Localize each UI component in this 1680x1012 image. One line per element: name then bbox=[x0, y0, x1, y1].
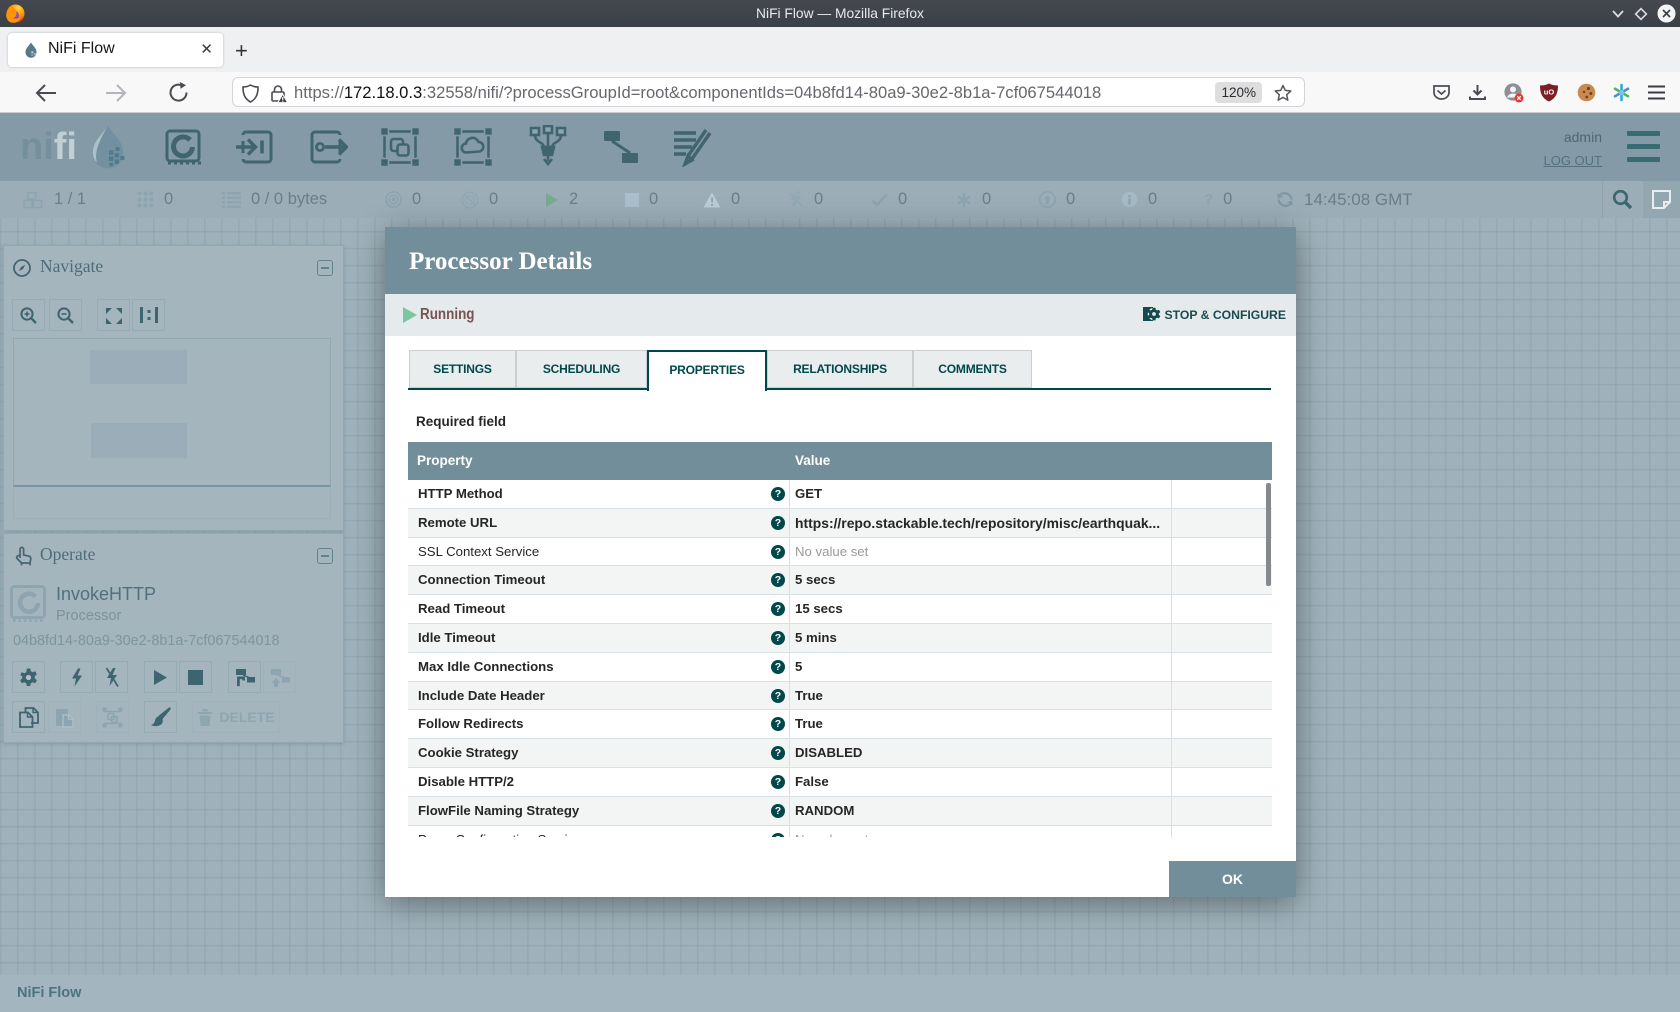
svg-text:uO: uO bbox=[1544, 88, 1555, 97]
